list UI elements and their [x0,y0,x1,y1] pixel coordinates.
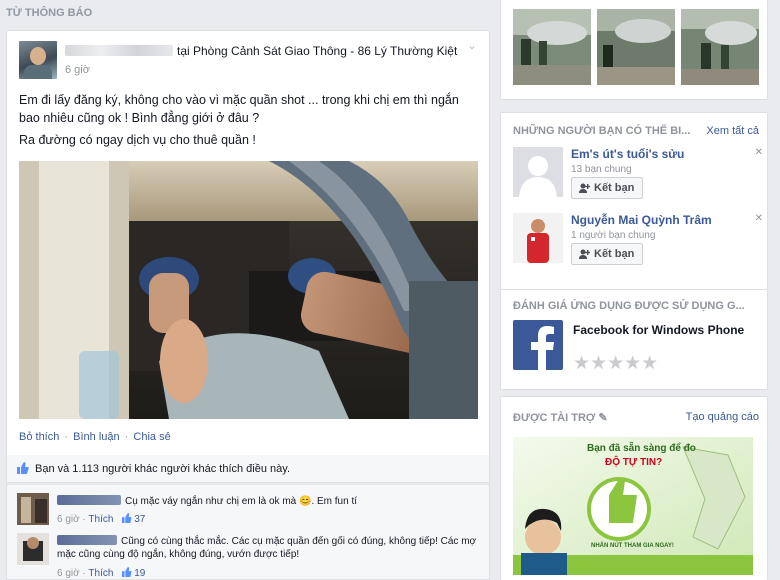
people-you-may-know-panel: NHỮNG NGƯỜI BẠN CÓ THỂ BI... Xem tất cả … [500,112,768,290]
sponsored-title: ĐƯỢC TÀI TRỢ [513,412,596,424]
comment-text: Cụ mặc váy ngắn như chị em là ok mà 😊. E… [125,496,358,507]
ad-highlight: ĐỘ TỰ TIN? [605,457,663,468]
author-name-redacted[interactable] [65,45,173,56]
comment-meta: 6 giờ · Thích 37 [57,513,146,525]
photo-thumbnail[interactable] [681,9,759,85]
app-name[interactable]: Facebook for Windows Phone [573,322,753,338]
story-card: tại Phòng Cảnh Sát Giao Thông - 86 Lý Th… [6,30,490,474]
ad-cta[interactable]: NHẤN NÚT THAM GIA NGAY! [591,543,674,549]
chevron-down-icon[interactable]: ⌄ [465,39,479,53]
add-friend-button[interactable]: Kết bạn [571,243,644,265]
comment-text-row: Cụ mặc váy ngắn như chị em là ok mà 😊. E… [57,495,477,508]
post-body: Em đi lấy đăng ký, không cho vào vì mặc … [19,91,474,153]
panel-title: NHỮNG NGƯỜI BẠN CÓ THỂ BI... [513,125,691,137]
rate-app-panel: ĐÁNH GIÁ ỨNG DỤNG ĐƯỢC SỬ DỤNG G... Face… [500,290,768,390]
photo-thumbnail[interactable] [513,9,591,85]
comment-time[interactable]: 6 giờ [57,514,80,525]
location-text[interactable]: tại Phòng Cảnh Sát Giao Thông - 86 Lý Th… [177,44,457,58]
add-friend-button[interactable]: Kết bạn [571,177,644,199]
story-actions: Bỏ thích · Bình luận · Chia sẻ [19,431,171,443]
comment-time[interactable]: 6 giờ [57,568,80,579]
likes-summary-text[interactable]: Bạn và 1.113 người khác người khác thích… [35,463,290,475]
person-name[interactable]: Em's út's tuổi's sửu [571,147,684,161]
close-icon[interactable]: ✕ [755,147,763,158]
comments-list: Cụ mặc váy ngắn như chị em là ok mà 😊. E… [6,484,490,580]
create-ad-link[interactable]: Tạo quảng cáo [686,411,759,423]
share-link[interactable]: Chia sẻ [133,431,170,443]
commenter-avatar[interactable] [17,533,49,565]
facebook-logo-icon[interactable] [513,320,563,370]
photo-thumbnails [500,0,768,100]
person-avatar[interactable] [513,147,563,197]
pymk-item: Em's út's tuổi's sửu 13 bạn chung Kết bạ… [513,147,763,199]
likes-summary-bar: Bạn và 1.113 người khác người khác thích… [6,455,490,483]
pymk-item: Nguyễn Mai Quỳnh Trâm 1 người bạn chung … [513,213,763,265]
person-name[interactable]: Nguyễn Mai Quỳnh Trâm [571,213,712,227]
thumbs-up-icon [17,462,29,474]
edit-icon[interactable]: ✎ [598,412,607,424]
sponsored-panel: ĐƯỢC TÀI TRỢ ✎ Tạo quảng cáo Bạn đã sẵn … [500,396,768,580]
comment-text-row: Cũng có cùng thắc mắc. Các cụ mặc quần đ… [57,535,477,561]
panel-title: ĐÁNH GIÁ ỨNG DỤNG ĐƯỢC SỬ DỤNG G... [513,300,745,312]
add-friend-label: Kết bạn [594,182,635,194]
comment-like-count[interactable]: 19 [134,568,145,579]
mutual-friends[interactable]: 1 người bạn chung [571,230,655,241]
photo-thumbnail[interactable] [597,9,675,85]
ad-image[interactable]: Bạn đã sẵn sàng để đo ĐỘ TỰ TIN? NHẤN NÚ… [513,437,753,575]
feed-section-title: TỪ THÔNG BÁO [6,7,93,19]
unlike-link[interactable]: Bỏ thích [19,431,59,443]
close-icon[interactable]: ✕ [755,213,763,224]
thumbs-up-icon [122,513,132,523]
panel-title: ĐƯỢC TÀI TRỢ ✎ [513,411,608,424]
comment-like-link[interactable]: Thích [88,568,113,579]
person-avatar[interactable] [513,213,563,263]
see-all-link[interactable]: Xem tất cả [706,125,759,137]
commenter-name-redacted[interactable] [57,495,121,505]
post-paragraph: Em đi lấy đăng ký, không cho vào vì mặc … [19,93,459,125]
thumbs-up-icon [122,567,132,577]
add-friend-icon [579,183,590,193]
post-paragraph: Ra đường có ngay dịch vụ cho thuê quần ! [19,133,256,147]
comment-item: Cụ mặc váy ngắn như chị em là ok mà 😊. E… [17,493,477,533]
post-time[interactable]: 6 giờ [65,64,90,76]
post-photo[interactable] [19,161,478,419]
comment-like-link[interactable]: Thích [88,514,113,525]
comment-link[interactable]: Bình luận [73,431,119,443]
comment-like-count[interactable]: 37 [134,514,145,525]
commenter-avatar[interactable] [17,493,49,525]
mutual-friends[interactable]: 13 bạn chung [571,164,632,175]
story-header: tại Phòng Cảnh Sát Giao Thông - 86 Lý Th… [65,44,457,58]
author-avatar[interactable] [19,41,57,79]
ad-headline: Bạn đã sẵn sàng để đo [587,443,696,454]
comment-item: Cũng có cùng thắc mắc. Các cụ mặc quần đ… [17,533,477,579]
add-friend-icon [579,249,590,259]
star-rating[interactable]: ★★★★★ [573,352,658,375]
add-friend-label: Kết bạn [594,248,635,260]
commenter-name-redacted[interactable] [57,535,117,545]
comment-text: Cũng có cùng thắc mắc. Các cụ mặc quần đ… [57,536,477,560]
comment-meta: 6 giờ · Thích 19 [57,567,146,579]
